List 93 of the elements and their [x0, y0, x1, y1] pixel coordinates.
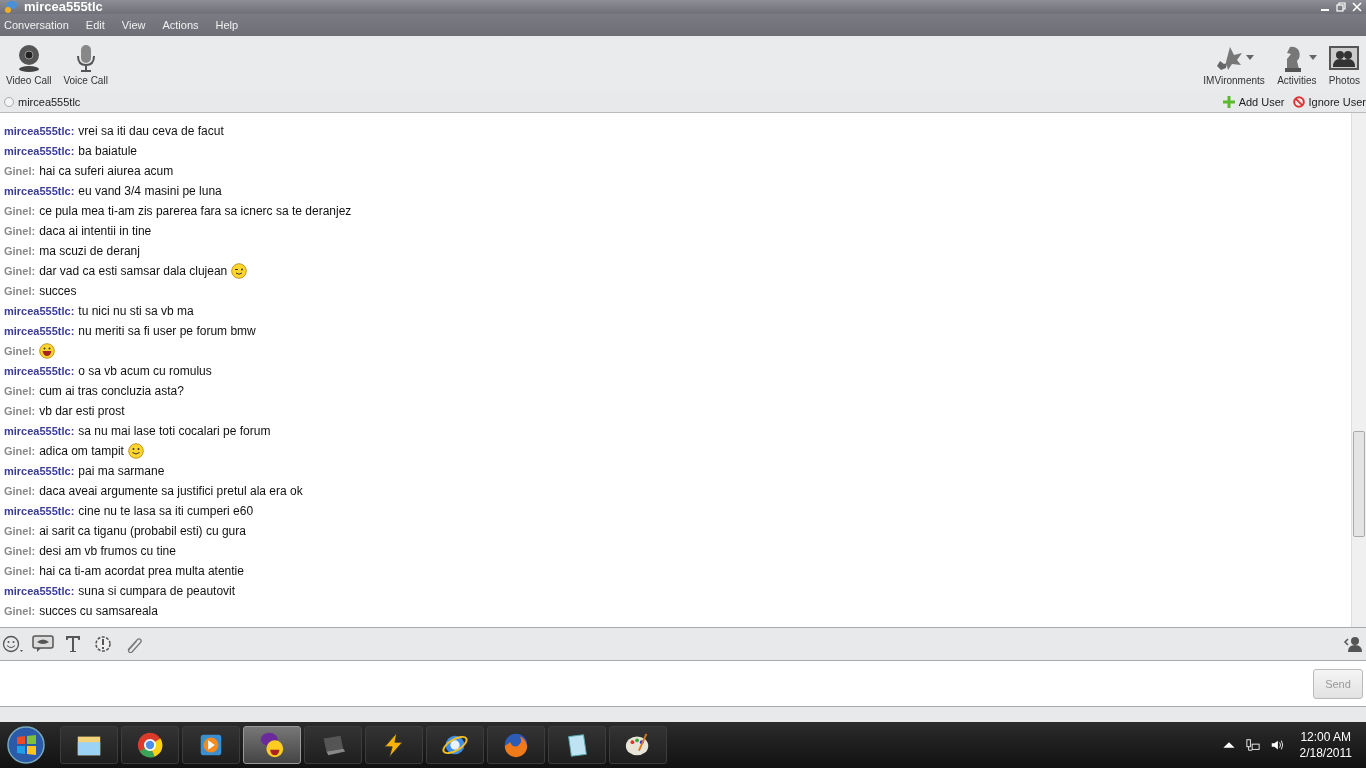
- contact-icon[interactable]: [1342, 635, 1364, 653]
- taskbar-button[interactable]: [365, 726, 423, 764]
- menu-item[interactable]: Edit: [85, 19, 115, 31]
- sender-name: mircea555tlc:: [4, 125, 75, 137]
- sender-name: Ginel:: [4, 285, 36, 297]
- chat-bubble-icon: [4, 0, 18, 14]
- sender-name: mircea555tlc:: [4, 305, 75, 317]
- sender-name: Ginel:: [4, 565, 36, 577]
- message-text: succes cu samsareala: [39, 604, 158, 618]
- message-text: adica om tampit: [39, 444, 124, 458]
- message-text: sa nu mai lase toti cocalari pe forum: [78, 424, 271, 438]
- taskbar-button[interactable]: [548, 726, 606, 764]
- message-text: daca ai intentii in tine: [39, 224, 152, 238]
- clock-time[interactable]: 12:00 AM: [1300, 729, 1352, 745]
- start-button[interactable]: [6, 725, 46, 765]
- sender-name: Ginel:: [4, 345, 36, 357]
- taskbar-button[interactable]: [182, 726, 240, 764]
- sender-name: Ginel:: [4, 205, 36, 217]
- speech-bubble-icon[interactable]: [32, 635, 54, 653]
- message-text: pai ma sarmane: [78, 464, 165, 478]
- sender-name: Ginel:: [4, 265, 36, 277]
- sender-name: Ginel:: [4, 225, 36, 237]
- sender-name: Ginel:: [4, 485, 36, 497]
- action-link[interactable]: Add User: [1222, 96, 1285, 108]
- sender-name: mircea555tlc:: [4, 325, 75, 337]
- toolbar-button[interactable]: Activities: [1272, 42, 1321, 86]
- smiley-icon[interactable]: [2, 635, 24, 653]
- message-text: suna si cumpara de peautovit: [78, 584, 236, 598]
- sender-name: Ginel:: [4, 545, 36, 557]
- scrollbar[interactable]: [1351, 113, 1366, 627]
- message-text: ai sarit ca tiganu (probabil esti) cu gura: [39, 524, 246, 538]
- sender-name: mircea555tlc:: [4, 365, 75, 377]
- message-text: ma scuzi de deranj: [39, 244, 140, 258]
- message-text: cum ai tras concluzia asta?: [39, 384, 184, 398]
- taskbar-button[interactable]: [121, 726, 179, 764]
- taskbar-button[interactable]: [60, 726, 118, 764]
- plus-icon: [1222, 96, 1235, 108]
- taskbar-button[interactable]: [609, 726, 667, 764]
- sender-name: Ginel:: [4, 405, 36, 417]
- message-text: hai ca suferi aiurea acum: [39, 164, 174, 178]
- smiley-icon: [231, 263, 248, 279]
- sender-name: Ginel:: [4, 445, 36, 457]
- alert-gear-icon[interactable]: [92, 635, 114, 653]
- taskbar-button[interactable]: [426, 726, 484, 764]
- message-text: ce pula mea ti-am zis parerea fara sa icnerc sa te deranjez: [39, 204, 352, 218]
- action-link[interactable]: Ignore User: [1292, 96, 1366, 108]
- sender-name: mircea555tlc:: [4, 585, 75, 597]
- message-text: nu meriti sa fi user pe forum bmw: [78, 324, 256, 338]
- sender-name: Ginel:: [4, 245, 36, 257]
- toolbar-button[interactable]: Photos: [1324, 42, 1364, 86]
- message-text: vb dar esti prost: [39, 404, 125, 418]
- browser-icon: [136, 731, 164, 759]
- smiley-icon: [258, 731, 286, 759]
- message-text: daca aveai argumente sa justifici pretul ala era ok: [39, 484, 303, 498]
- menu-item[interactable]: Help: [215, 19, 249, 31]
- toolbar-button[interactable]: Voice Call: [59, 42, 112, 86]
- message-text: eu vand 3/4 masini pe luna: [78, 184, 222, 198]
- toolbar-button[interactable]: Video Call: [2, 42, 56, 86]
- smiley-icon: [127, 443, 144, 459]
- message-text: hai ca ti-am acordat prea multa atentie: [39, 564, 244, 578]
- restore-icon[interactable]: [1336, 2, 1346, 12]
- sender-name: mircea555tlc:: [4, 505, 75, 517]
- smiley-icon: [39, 343, 56, 359]
- message-text: dar vad ca esti samsar dala clujean: [39, 264, 228, 278]
- sender-name: mircea555tlc:: [4, 145, 75, 157]
- message-text: o sa vb acum cu romulus: [78, 364, 212, 378]
- message-text: desi am vb frumos cu tine: [39, 544, 176, 558]
- speaker-icon[interactable]: [1269, 738, 1284, 752]
- message-text: tu nici nu sti sa vb ma: [78, 304, 194, 318]
- sender-name: Ginel:: [4, 525, 36, 537]
- sender-name: mircea555tlc:: [4, 465, 75, 477]
- menu-item[interactable]: Conversation: [4, 19, 79, 31]
- contact-name: mircea555tlc: [18, 96, 81, 108]
- network-icon[interactable]: [1245, 738, 1260, 752]
- message-text: vrei sa iti dau ceva de facut: [78, 124, 224, 138]
- sender-name: Ginel:: [4, 385, 36, 397]
- window-title: mircea555tlc: [24, 0, 103, 14]
- sender-name: Ginel:: [4, 165, 36, 177]
- close-icon[interactable]: [1352, 2, 1362, 12]
- message-text: ba baiatule: [78, 144, 138, 158]
- clock-date[interactable]: 2/18/2011: [1299, 745, 1352, 761]
- sender-name: mircea555tlc:: [4, 425, 75, 437]
- menu-item[interactable]: View: [121, 19, 156, 31]
- menu-item[interactable]: Actions: [162, 19, 209, 31]
- message-text: cine nu te lasa sa iti cumperi e60: [78, 504, 254, 518]
- message-text: succes: [39, 284, 77, 298]
- taskbar-button[interactable]: [243, 726, 301, 764]
- prohibited-icon: [1292, 96, 1305, 108]
- sender-name: Ginel:: [4, 605, 36, 617]
- toolbar-button[interactable]: IMVironments: [1199, 42, 1269, 86]
- sender-name: mircea555tlc:: [4, 185, 75, 197]
- taskbar-button[interactable]: [487, 726, 545, 764]
- fox-globe-icon: [502, 731, 530, 759]
